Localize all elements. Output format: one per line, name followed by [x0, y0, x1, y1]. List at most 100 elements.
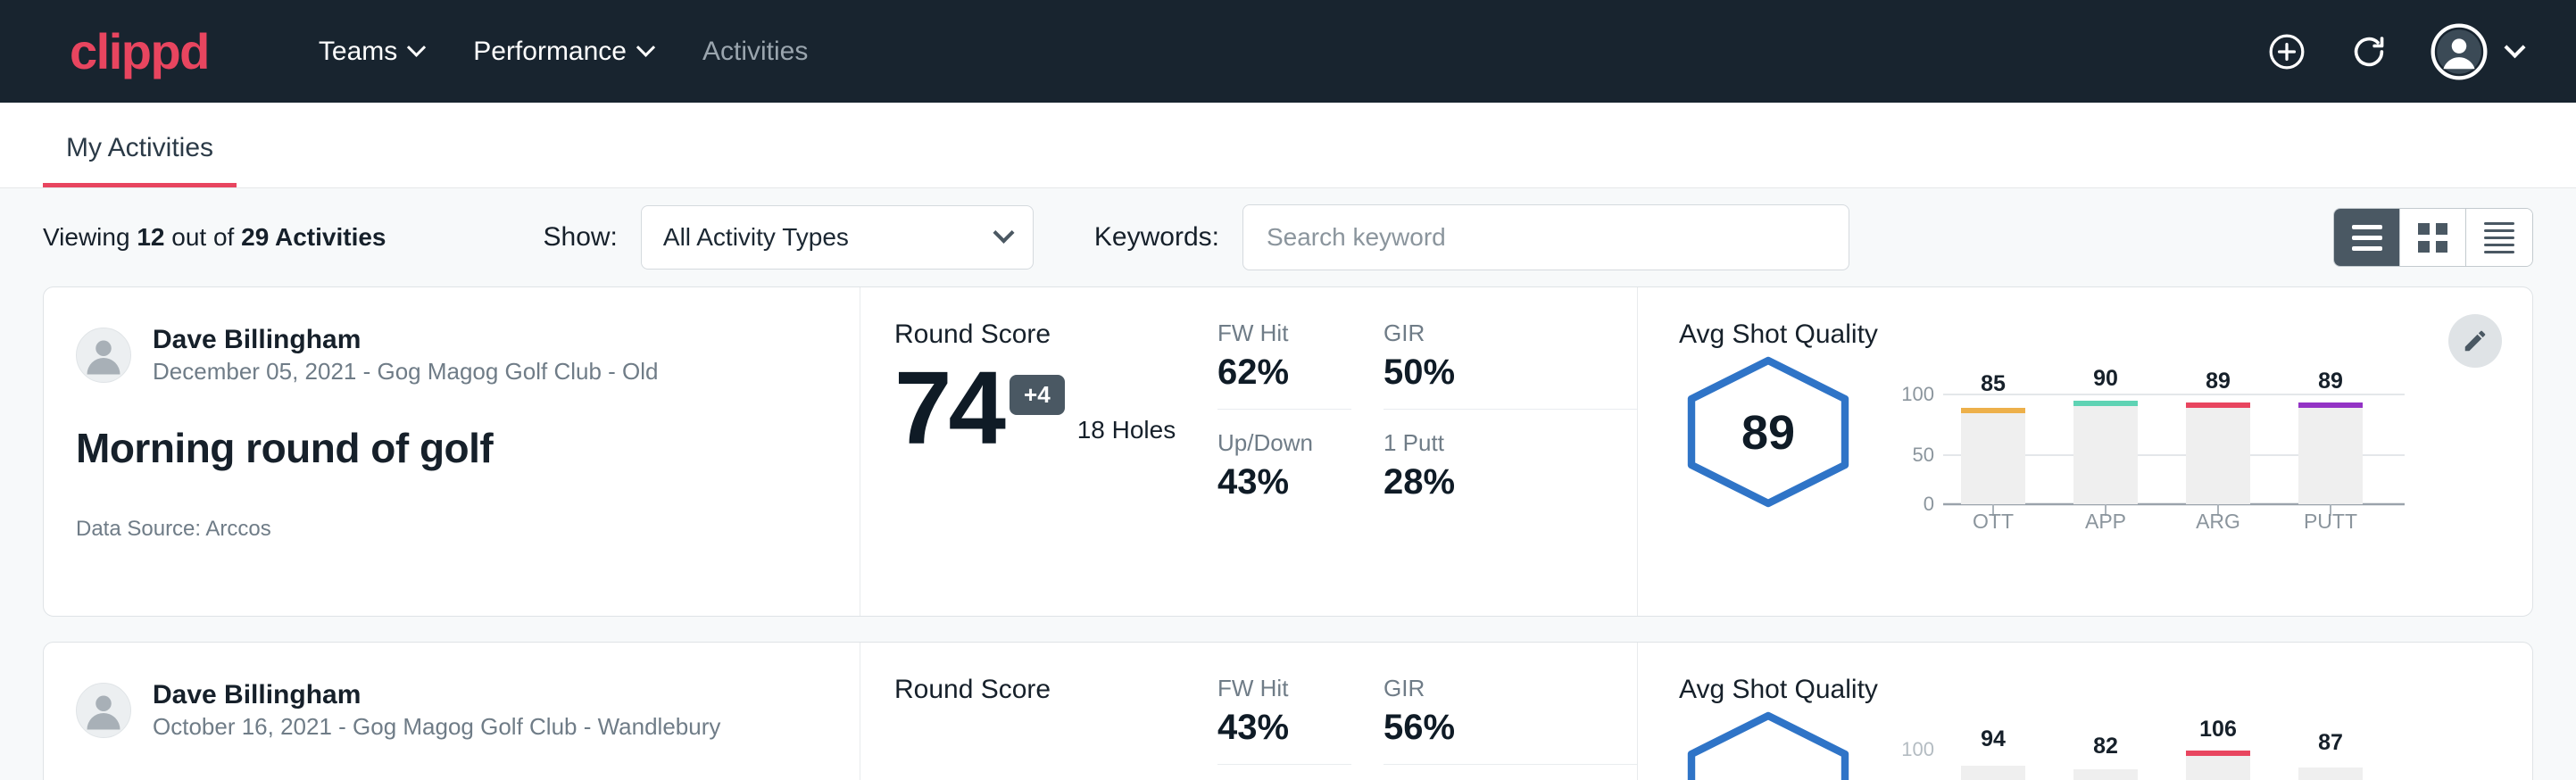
tab-my-activities-label: My Activities — [66, 133, 213, 162]
activity-author: Dave Billingham December 05, 2021 - Gog … — [76, 323, 817, 386]
stat-fw-hit-label: FW Hit — [1217, 675, 1351, 702]
bar-arg — [2186, 405, 2250, 504]
list-view-button[interactable] — [2334, 209, 2400, 266]
activity-card[interactable]: Dave Billingham October 16, 2021 - Gog M… — [43, 642, 2533, 780]
avg-shot-quality-value: 89 — [1679, 405, 1857, 461]
activity-card[interactable]: Dave Billingham December 05, 2021 - Gog … — [43, 286, 2533, 617]
round-score-value: 74 — [894, 359, 1002, 457]
avg-shot-quality-label: Avg Shot Quality — [1679, 675, 2497, 705]
activity-card-summary: Dave Billingham December 05, 2021 - Gog … — [44, 287, 860, 616]
refresh-icon[interactable] — [2348, 31, 2389, 72]
search-input[interactable] — [1242, 204, 1849, 270]
pencil-icon — [2462, 328, 2489, 354]
ytick-50: 50 — [1913, 444, 1934, 466]
round-score-section: Round Score — [860, 643, 1217, 780]
chevron-down-icon — [993, 221, 1014, 243]
keyword-filter: Keywords: — [1094, 204, 1849, 270]
bar-chart-svg: 100 94 82 106 87 — [1891, 714, 2409, 780]
bar-app — [2073, 403, 2138, 504]
compact-view-button[interactable] — [2466, 209, 2532, 266]
chevron-down-icon — [2504, 37, 2525, 58]
primary-nav: Teams Performance Activities — [294, 26, 833, 78]
stat-gir: GIR 56% — [1384, 675, 1637, 765]
tab-my-activities[interactable]: My Activities — [43, 133, 237, 187]
avg-shot-quality-hexagon: 89 — [1679, 355, 1857, 513]
stat-gir-value: 56% — [1384, 708, 1637, 765]
plus-circle-icon[interactable] — [2266, 31, 2307, 72]
navbar-actions — [2266, 23, 2522, 80]
activity-title: Morning round of golf — [76, 424, 817, 472]
bar-putt — [2298, 768, 2363, 780]
grid-view-button[interactable] — [2400, 209, 2466, 266]
activity-type-select-value: All Activity Types — [663, 223, 849, 252]
results-summary: Viewing 12 out of 29 Activities — [43, 223, 386, 252]
bar-ott — [1961, 411, 2025, 504]
viewing-prefix: Viewing — [43, 223, 130, 251]
bar-label-putt: 89 — [2318, 369, 2343, 394]
activity-type-select[interactable]: All Activity Types — [641, 205, 1034, 270]
ytick-100: 100 — [1901, 738, 1934, 760]
bar-arg — [2186, 753, 2250, 780]
ytick-0: 0 — [1924, 493, 1934, 515]
bar-label-putt: 87 — [2318, 730, 2343, 755]
account-menu[interactable] — [2431, 23, 2522, 80]
chevron-down-icon — [636, 38, 655, 57]
top-navbar: clippd Teams Performance Activities — [0, 0, 2576, 103]
page-tabbar: My Activities — [0, 103, 2576, 188]
account-avatar-icon — [2431, 23, 2488, 80]
bar-app — [2073, 769, 2138, 780]
stat-fw-hit-value: 43% — [1217, 708, 1351, 765]
score-to-par-badge: +4 — [1010, 375, 1065, 415]
nav-item-activities[interactable]: Activities — [677, 26, 833, 78]
keywords-label: Keywords: — [1094, 222, 1219, 253]
avg-shot-quality-label: Avg Shot Quality — [1679, 319, 2497, 350]
shot-quality-section: Avg Shot Quality 100 94 82 — [1637, 643, 2532, 780]
player-name: Dave Billingham — [153, 323, 659, 357]
avatar — [76, 328, 131, 383]
xtick-arg: ARG — [2196, 510, 2240, 528]
round-score-label: Round Score — [894, 675, 1217, 705]
xtick-putt: PUTT — [2304, 510, 2357, 528]
stat-up-down-value: 43% — [1217, 462, 1351, 519]
bar-chart-svg: 100 50 0 85 OTT — [1891, 359, 2409, 528]
nav-item-teams-label: Teams — [319, 37, 397, 67]
shot-quality-bar-chart: 100 94 82 106 87 — [1891, 714, 2497, 780]
stat-fw-hit: FW Hit 43% — [1217, 675, 1351, 765]
stat-fw-hit: FW Hit 62% — [1217, 319, 1351, 410]
bar-label-app: 90 — [2093, 366, 2118, 391]
viewing-mid: out of — [171, 223, 234, 251]
bar-label-app: 82 — [2093, 734, 2118, 759]
round-stats-grid: FW Hit 43% GIR 56% — [1217, 643, 1637, 780]
edit-activity-button[interactable] — [2448, 314, 2502, 368]
round-stats-grid: FW Hit 62% GIR 50% Up/Down 43% 1 Putt 28… — [1217, 287, 1637, 616]
activity-data-source: Data Source: Arccos — [76, 517, 817, 542]
bar-label-ott: 94 — [1981, 726, 2006, 751]
nav-item-activities-label: Activities — [702, 37, 808, 67]
stat-up-down-label: Up/Down — [1217, 429, 1351, 457]
nav-item-performance-label: Performance — [473, 37, 627, 67]
filter-toolbar: Viewing 12 out of 29 Activities Show: Al… — [43, 188, 2533, 286]
main-content: Viewing 12 out of 29 Activities Show: Al… — [0, 188, 2576, 780]
xtick-app: APP — [2085, 510, 2126, 528]
bar-label-arg: 89 — [2206, 369, 2231, 394]
bar-ott — [1961, 766, 2025, 780]
clippd-logo[interactable]: clippd — [70, 27, 209, 77]
shot-quality-section: Avg Shot Quality 89 100 50 0 — [1637, 287, 2532, 616]
show-filter: Show: All Activity Types — [544, 205, 1034, 270]
nav-item-performance[interactable]: Performance — [448, 26, 677, 78]
stat-gir-label: GIR — [1384, 675, 1637, 702]
stat-fw-hit-value: 62% — [1217, 353, 1351, 410]
xtick-ott: OTT — [1973, 510, 2014, 528]
activity-card-summary: Dave Billingham October 16, 2021 - Gog M… — [44, 643, 860, 780]
viewing-total: 29 Activities — [241, 223, 386, 251]
nav-item-teams[interactable]: Teams — [294, 26, 448, 78]
stat-one-putt: 1 Putt 28% — [1384, 410, 1637, 519]
activity-meta: December 05, 2021 - Gog Magog Golf Club … — [153, 357, 659, 387]
stat-one-putt-value: 28% — [1384, 462, 1637, 519]
view-mode-toggle — [2333, 208, 2533, 267]
shot-quality-bar-chart: 100 50 0 85 OTT — [1891, 359, 2497, 533]
round-score-section: Round Score 74 +4 18 Holes — [860, 287, 1217, 616]
player-name: Dave Billingham — [153, 678, 720, 712]
stat-fw-hit-label: FW Hit — [1217, 319, 1351, 347]
chevron-down-icon — [407, 38, 426, 57]
